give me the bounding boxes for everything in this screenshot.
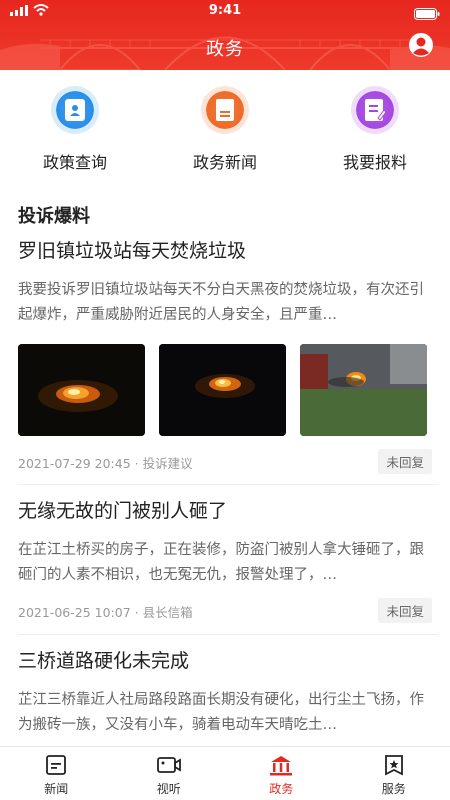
post-divider xyxy=(18,634,438,635)
action-gov-news[interactable]: 政务新闻 xyxy=(150,70,300,180)
post-divider xyxy=(18,484,438,485)
meta-separator: · xyxy=(134,456,143,471)
post-category: 县长信箱 xyxy=(142,605,193,620)
action-policy-query[interactable]: 政策查询 xyxy=(0,70,150,180)
post-date: 2021-07-29 20:45 xyxy=(18,456,131,471)
meta-separator: · xyxy=(134,605,143,620)
post-images xyxy=(18,344,432,436)
bookmark-star-icon xyxy=(384,755,403,776)
user-profile-button[interactable] xyxy=(408,32,434,58)
post-title: 无缘无故的门被别人砸了 xyxy=(18,500,228,522)
tab-government[interactable]: 政务 xyxy=(225,747,338,800)
complaint-post[interactable]: 三桥道路硬化未完成 芷江三桥靠近人社局路段路面长期没有硬化，出行尘土飞扬，作为搬… xyxy=(18,648,432,738)
post-image-fire-3[interactable] xyxy=(300,344,427,436)
post-image-fire-2[interactable] xyxy=(159,344,286,436)
post-date: 2021-06-25 10:07 xyxy=(18,605,131,620)
section-title: 投诉爆料 xyxy=(18,206,90,227)
action-label-report: 我要报料 xyxy=(342,153,407,172)
complaint-post[interactable]: 罗旧镇垃圾站每天焚烧垃圾 我要投诉罗旧镇垃圾站每天不分白天黑夜的焚烧垃圾，有次还… xyxy=(18,238,432,436)
complaint-post[interactable]: 无缘无故的门被别人砸了 在芷江土桥买的房子，正在装修，防盗门被别人拿大锤砸了，跟… xyxy=(18,498,432,588)
app-screen: 9:41 政务 政策查询 政务新闻 我要报料 投诉爆料 罗旧镇垃圾站每天焚烧垃圾… xyxy=(0,0,450,800)
post-title: 罗旧镇垃圾站每天焚烧垃圾 xyxy=(18,240,247,262)
status-time: 9:41 xyxy=(208,3,242,18)
report-tip-icon xyxy=(351,86,399,134)
tab-label-services: 服务 xyxy=(381,782,406,796)
post-image-fire-1[interactable] xyxy=(18,344,145,436)
gov-news-icon xyxy=(201,86,249,134)
post-meta: 2021-06-25 10:07 · 县长信箱 未回复 xyxy=(18,598,432,623)
quick-actions: 政策查询 政务新闻 我要报料 xyxy=(0,70,450,180)
video-camera-icon xyxy=(156,757,181,773)
reply-status-badge: 未回复 xyxy=(378,449,432,474)
status-bar: 9:41 xyxy=(0,0,450,22)
government-building-icon xyxy=(270,756,293,776)
tab-label-news: 新闻 xyxy=(44,782,69,796)
news-icon xyxy=(46,755,67,775)
header-bar: 9:41 政务 xyxy=(0,0,450,70)
user-icon xyxy=(409,33,433,57)
action-label-news: 政务新闻 xyxy=(192,153,257,172)
page-title: 政务 xyxy=(206,39,244,60)
tab-label-government: 政务 xyxy=(269,782,294,796)
tab-news[interactable]: 新闻 xyxy=(0,747,113,800)
post-body: 我要投诉罗旧镇垃圾站每天不分白天黑夜的焚烧垃圾，有次还引起爆炸，严重威胁附近居民… xyxy=(18,282,424,323)
post-body: 在芷江土桥买的房子，正在装修，防盗门被别人拿大锤砸了，跟砸门的人素不相识，也无冤… xyxy=(18,542,424,583)
post-meta: 2021-07-29 20:45 · 投诉建议 未回复 xyxy=(18,449,432,474)
tab-label-audiovisual: 视听 xyxy=(156,782,181,796)
post-body: 芷江三桥靠近人社局路段路面长期没有硬化，出行尘土飞扬，作为搬砖一族，又没有小车，… xyxy=(18,692,424,733)
policy-query-icon xyxy=(51,86,99,134)
action-report-tip[interactable]: 我要报料 xyxy=(300,70,450,180)
reply-status-badge: 未回复 xyxy=(378,598,432,623)
post-category: 投诉建议 xyxy=(142,456,193,471)
tab-services[interactable]: 服务 xyxy=(338,747,450,800)
battery-icon xyxy=(414,5,440,24)
bottom-tab-bar: 新闻 视听 政务 服务 xyxy=(0,746,450,800)
post-title: 三桥道路硬化未完成 xyxy=(18,650,190,672)
action-label-policy: 政策查询 xyxy=(42,153,107,172)
tab-audiovisual[interactable]: 视听 xyxy=(113,747,226,800)
